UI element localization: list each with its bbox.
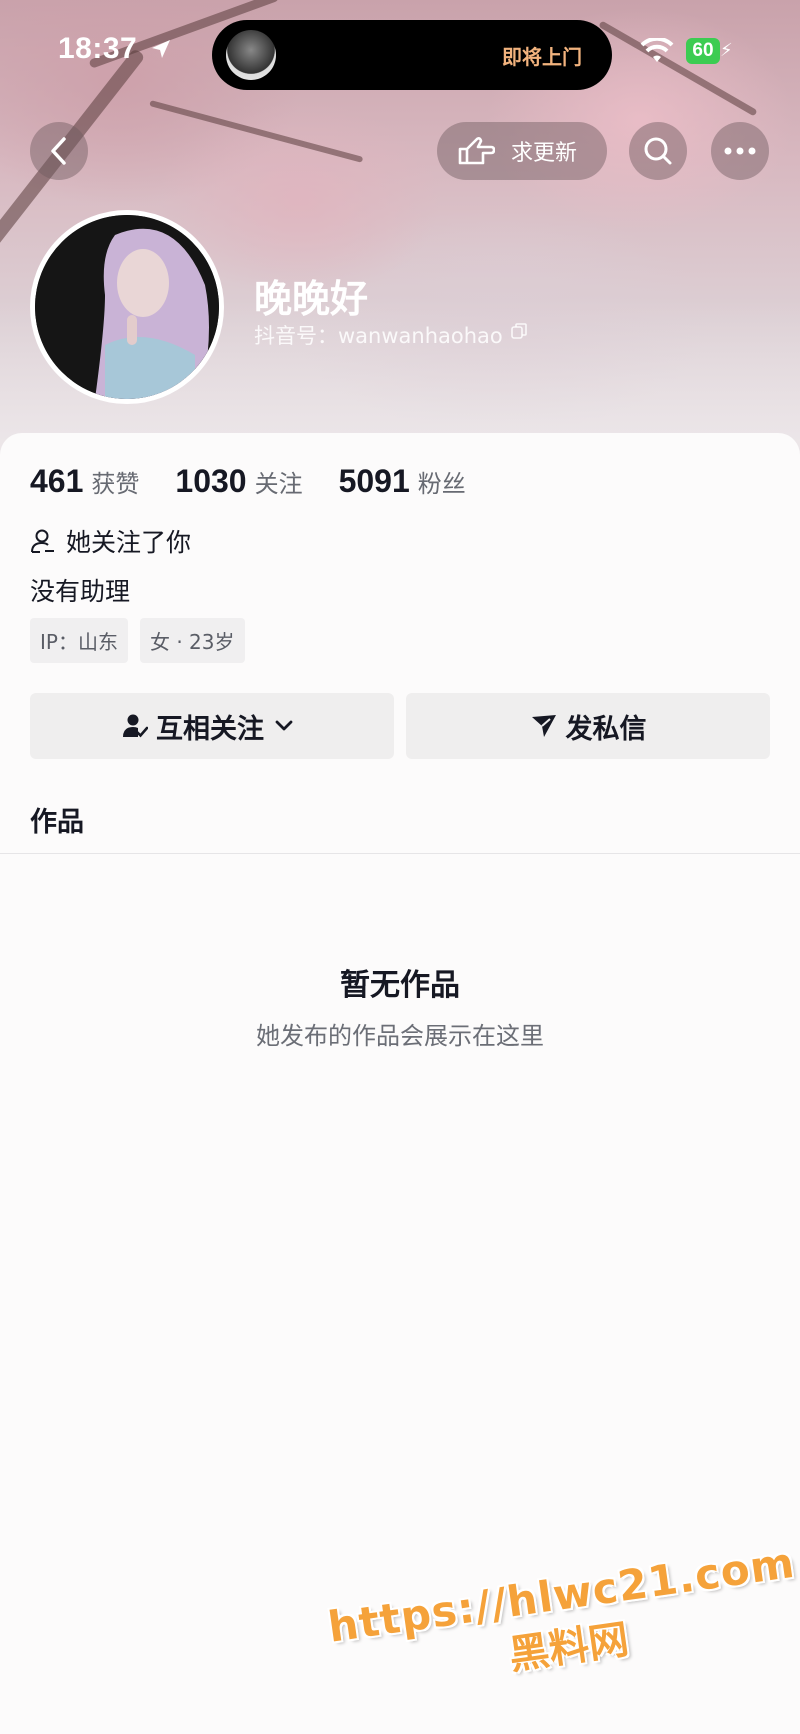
tree-branch [149,100,364,163]
chevron-left-icon [51,137,66,165]
followers-count[interactable]: 5091 [339,463,410,500]
stats-row: 461 获赞 1030 关注 5091 粉丝 [30,463,502,500]
likes-count: 461 [30,463,84,499]
chevron-down-icon [275,720,293,731]
empty-state-title: 暂无作品 [340,968,460,1003]
island-avatar [226,30,276,80]
tab-works[interactable]: 作品 [30,800,84,839]
island-status-text: 即将上门 [502,45,582,69]
back-button[interactable] [30,122,88,180]
gender-age-tag: 女 · 23岁 [139,618,245,663]
follow-status: 她关注了你 [30,523,191,559]
user-check-icon [123,714,148,738]
location-arrow-icon [152,40,170,58]
send-message-button[interactable]: 发私信 [406,693,770,759]
follow-status-text: 她关注了你 [66,528,192,557]
more-dots-icon [724,147,756,155]
send-icon [531,715,556,737]
mutual-follow-button[interactable]: 互相关注 [30,693,394,759]
more-options-button[interactable] [711,122,769,180]
search-icon [644,137,672,165]
dynamic-island[interactable]: 即将上门 [212,20,612,90]
profile-nickname: 晚晚好 [254,277,369,321]
charging-bolt-icon: ⚡ [720,40,733,61]
send-message-label: 发私信 [565,713,647,745]
avatar-illustration [35,215,219,399]
bio-text: 没有助理 [30,577,131,606]
empty-state-subtitle: 她发布的作品会展示在这里 [256,1022,544,1050]
likes-label: 获赞 [91,470,140,498]
request-update-label: 求更新 [511,141,578,166]
request-update-button[interactable]: 求更新 [437,122,607,180]
mutual-follow-label: 互相关注 [156,713,264,745]
copy-icon[interactable] [510,322,528,340]
profile-avatar[interactable] [30,210,224,404]
following-label[interactable]: 关注 [255,464,303,499]
tree-branch [598,20,758,117]
tab-divider [0,853,800,854]
ip-tag: IP：山东 [30,618,128,663]
search-button[interactable] [629,122,687,180]
wifi-icon [640,38,674,62]
tag-list: IP：山东 女 · 23岁 [30,618,257,663]
pointing-hand-icon [458,137,495,165]
following-count[interactable]: 1030 [175,463,246,500]
status-time: 18:37 [58,32,138,65]
user-icon [31,529,54,553]
battery-indicator: 60 [686,38,720,64]
douyin-id: 抖音号：wanwanhaohao [254,324,503,348]
followers-label[interactable]: 粉丝 [418,464,466,499]
